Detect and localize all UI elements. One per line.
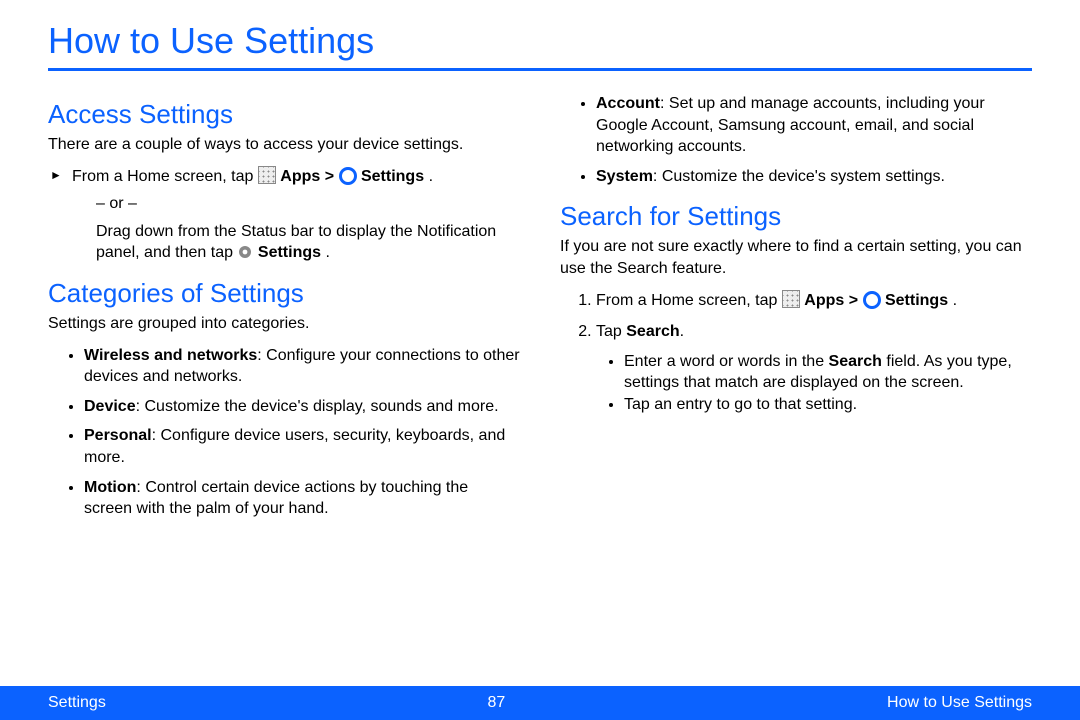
access-step: From a Home screen, tap Apps > Settings …: [72, 166, 520, 264]
column-left: Access Settings There are a couple of wa…: [48, 85, 520, 528]
search-steps: From a Home screen, tap Apps > Settings …: [560, 290, 1032, 416]
list-item: Enter a word or words in the Search fiel…: [624, 351, 1032, 394]
document-page: How to Use Settings Access Settings Ther…: [0, 0, 1080, 720]
search-substeps: Enter a word or words in the Search fiel…: [596, 351, 1032, 416]
heading-search: Search for Settings: [560, 201, 1032, 232]
settings-icon: [339, 167, 357, 185]
footer-right: How to Use Settings: [887, 694, 1032, 712]
apps-icon: [782, 290, 800, 308]
title-rule: [48, 68, 1032, 71]
list-item: Personal: Configure device users, securi…: [84, 425, 520, 468]
page-footer: Settings 87 How to Use Settings: [0, 686, 1080, 720]
search-step-1: From a Home screen, tap Apps > Settings …: [596, 290, 1032, 312]
page-title: How to Use Settings: [48, 20, 1032, 62]
columns: Access Settings There are a couple of wa…: [48, 85, 1032, 528]
access-or: – or –: [96, 193, 520, 215]
settings-icon: [863, 291, 881, 309]
access-steps: From a Home screen, tap Apps > Settings …: [48, 166, 520, 264]
search-intro: If you are not sure exactly where to fin…: [560, 236, 1032, 279]
apps-icon: [258, 166, 276, 184]
access-alt: Drag down from the Status bar to display…: [96, 221, 520, 264]
list-item: Wireless and networks: Configure your co…: [84, 345, 520, 388]
gear-icon: [237, 244, 253, 260]
list-item: Account: Set up and manage accounts, inc…: [596, 93, 1032, 158]
categories-list: Wireless and networks: Configure your co…: [48, 345, 520, 520]
access-intro: There are a couple of ways to access you…: [48, 134, 520, 156]
categories-intro: Settings are grouped into categories.: [48, 313, 520, 335]
categories-list-cont: Account: Set up and manage accounts, inc…: [560, 93, 1032, 187]
search-step-2: Tap Search. Enter a word or words in the…: [596, 321, 1032, 415]
list-item: Tap an entry to go to that setting.: [624, 394, 1032, 416]
heading-categories: Categories of Settings: [48, 278, 520, 309]
heading-access-settings: Access Settings: [48, 99, 520, 130]
list-item: Device: Customize the device's display, …: [84, 396, 520, 418]
footer-left: Settings: [48, 694, 106, 712]
list-item: Motion: Control certain device actions b…: [84, 477, 520, 520]
list-item: System: Customize the device's system se…: [596, 166, 1032, 188]
column-right: Account: Set up and manage accounts, inc…: [560, 85, 1032, 528]
footer-center: 87: [488, 694, 506, 712]
